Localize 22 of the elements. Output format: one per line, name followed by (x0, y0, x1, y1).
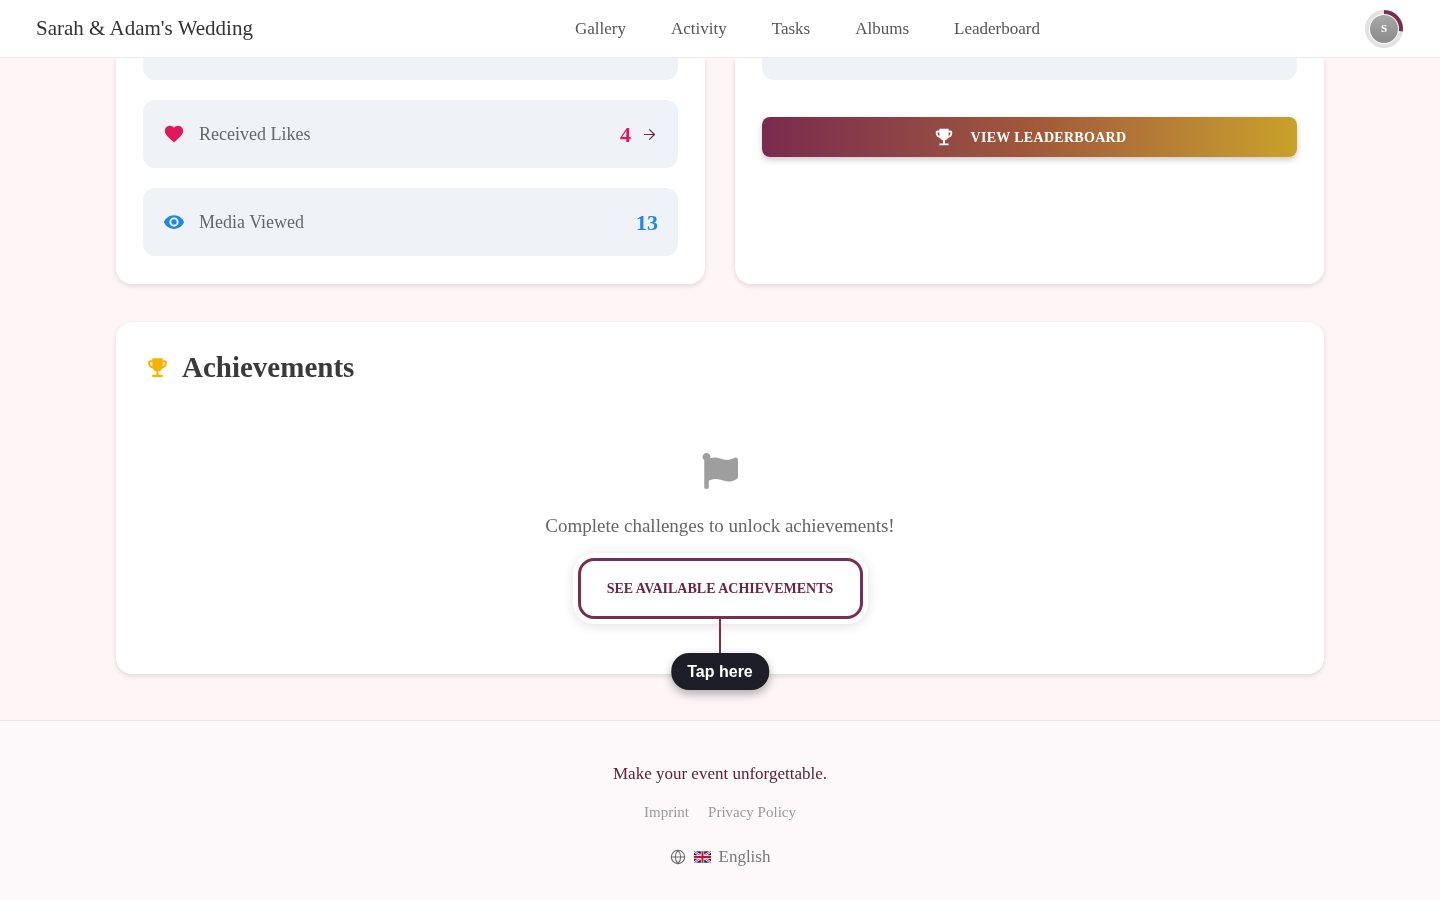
tooltip: Tap here (671, 653, 769, 690)
footer-tagline: Make your event unforgettable. (613, 763, 827, 785)
section-title: Achievements (182, 350, 355, 385)
nav-link[interactable]: Leaderboard (954, 15, 1040, 42)
uk-flag-icon (693, 851, 711, 863)
nav-link[interactable]: Activity (671, 15, 727, 42)
globe-icon (669, 849, 686, 865)
empty-message: Complete challenges to unlock achievements! (545, 514, 895, 538)
stat-label: Media Viewed (199, 210, 305, 234)
stat-label: Received Likes (199, 122, 311, 146)
progress-ring-icon (1364, 8, 1404, 49)
tooltip-leader-line (719, 619, 721, 653)
stat-value: 13 (636, 208, 658, 237)
stat-row[interactable]: Received Likes 4 (143, 100, 678, 168)
nav-link[interactable]: Gallery (575, 15, 626, 42)
language-selector[interactable]: English (669, 845, 771, 869)
site-title: Sarah & Adam's Wedding (36, 15, 253, 40)
nav-link[interactable]: Tasks (771, 15, 811, 42)
nav-link[interactable]: Albums (855, 15, 910, 42)
leaderboard-button[interactable]: VIEW LEADERBOARD (762, 117, 1297, 157)
stat-value: 4 (620, 120, 631, 149)
flag-icon (701, 453, 739, 489)
